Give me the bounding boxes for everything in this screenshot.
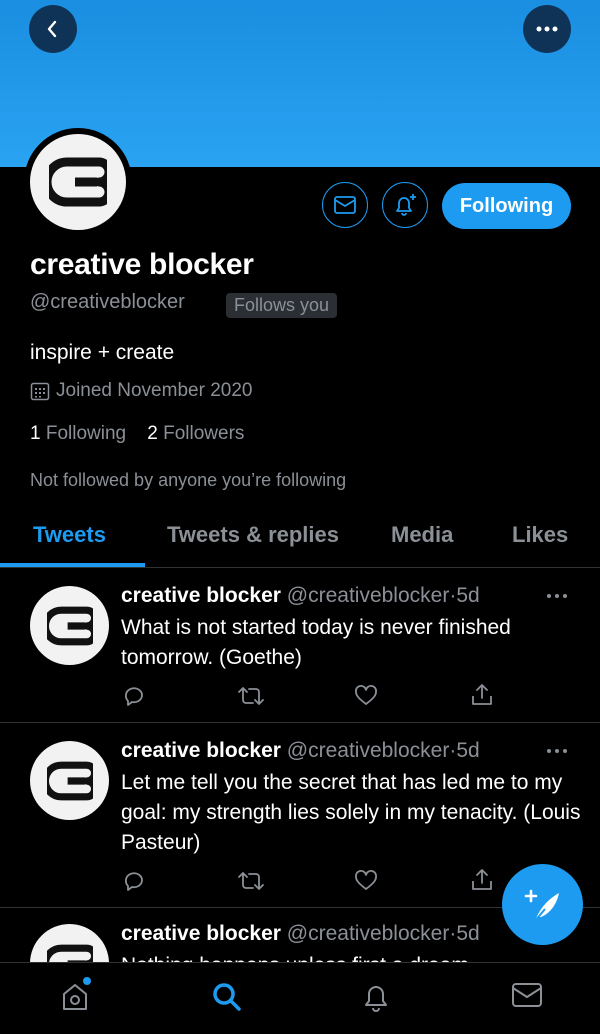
tweet-avatar[interactable] (30, 586, 109, 665)
share-icon[interactable] (470, 682, 494, 708)
tweet-author-name[interactable]: creative blocker (121, 922, 281, 945)
message-button[interactable] (322, 182, 368, 228)
tweet-time: 5d (456, 922, 480, 945)
back-icon (47, 20, 57, 38)
compose-icon (524, 889, 559, 922)
tweet-author-name[interactable]: creative blocker (121, 584, 281, 607)
calendar-icon (30, 382, 50, 401)
notify-button[interactable] (382, 182, 428, 228)
tweet-avatar[interactable] (30, 924, 109, 962)
bell-plus-icon (396, 194, 416, 216)
tweet-text: What is not started today is never finis… (121, 616, 511, 669)
tweet-more-icon[interactable] (546, 747, 568, 755)
followers-label: Followers (163, 423, 245, 444)
tweet-time: 5d (456, 739, 480, 762)
mail-icon (334, 196, 356, 214)
logo-icon (49, 157, 107, 207)
back-button[interactable] (29, 5, 77, 53)
like-icon[interactable] (354, 869, 378, 893)
search-icon[interactable] (211, 981, 243, 1013)
retweet-icon[interactable] (237, 869, 265, 893)
more-button[interactable] (523, 5, 571, 53)
tweet-author-handle: @creativeblocker (286, 739, 450, 762)
profile-name: creative blocker (30, 248, 254, 281)
tweet-author-handle: @creativeblocker (286, 922, 450, 945)
profile-handle: @creativeblocker (30, 291, 185, 313)
logo-icon (46, 606, 93, 645)
following-link[interactable]: 1 Following (30, 423, 126, 444)
followers-link[interactable]: 2 Followers (147, 423, 244, 444)
tweet-more-icon[interactable] (546, 592, 568, 600)
tweet[interactable]: creative blocker @creativeblocker·5d Wha… (0, 568, 600, 723)
compose-button[interactable] (502, 864, 583, 945)
reply-icon[interactable] (122, 869, 146, 893)
tweet-author-name[interactable]: creative blocker (121, 739, 281, 762)
tweet-text: Nothing happens unless first a dream. (121, 951, 581, 962)
logo-icon (46, 944, 93, 962)
profile-avatar[interactable] (24, 128, 132, 236)
home-icon[interactable] (60, 981, 90, 1013)
active-tab-indicator (0, 563, 145, 567)
following-count: 1 (30, 423, 41, 444)
tweet-author-handle: @creativeblocker (286, 584, 450, 607)
profile-bio: inspire + create (30, 341, 175, 364)
followers-count: 2 (147, 423, 158, 444)
more-icon (536, 26, 558, 32)
home-notification-dot (83, 977, 91, 985)
not-followed-text: Not followed by anyone you’re following (30, 470, 347, 490)
tweet-header: creative blocker @creativeblocker·5d (121, 922, 480, 946)
like-icon[interactable] (354, 684, 378, 708)
follow-counts: 1 Following 2 Followers (30, 423, 244, 445)
tweet-header: creative blocker @creativeblocker·5d (121, 739, 480, 763)
tab-media[interactable]: Media (391, 522, 453, 548)
notifications-icon[interactable] (361, 981, 391, 1013)
profile-tabs: Tweets Tweets & replies Media Likes (0, 512, 600, 568)
tweet-avatar[interactable] (30, 741, 109, 820)
joined-date: Joined November 2020 (30, 380, 252, 402)
following-label: Following (45, 423, 127, 444)
logo-icon (46, 761, 93, 800)
tweet-time: 5d (456, 584, 480, 607)
tweet-text: Let me tell you the secret that has led … (121, 771, 581, 854)
following-button[interactable]: Following (442, 183, 571, 229)
tab-tweets-replies[interactable]: Tweets & replies (167, 522, 339, 548)
messages-icon[interactable] (511, 981, 543, 1009)
tab-tweets[interactable]: Tweets (33, 522, 106, 548)
tweet-header: creative blocker @creativeblocker·5d (121, 584, 480, 608)
follows-you-badge: Follows you (226, 293, 338, 318)
share-icon[interactable] (470, 867, 494, 893)
bottom-nav (0, 962, 600, 1034)
retweet-icon[interactable] (237, 684, 265, 708)
reply-icon[interactable] (122, 684, 146, 708)
tab-likes[interactable]: Likes (512, 522, 568, 548)
joined-text: Joined November 2020 (56, 380, 253, 401)
